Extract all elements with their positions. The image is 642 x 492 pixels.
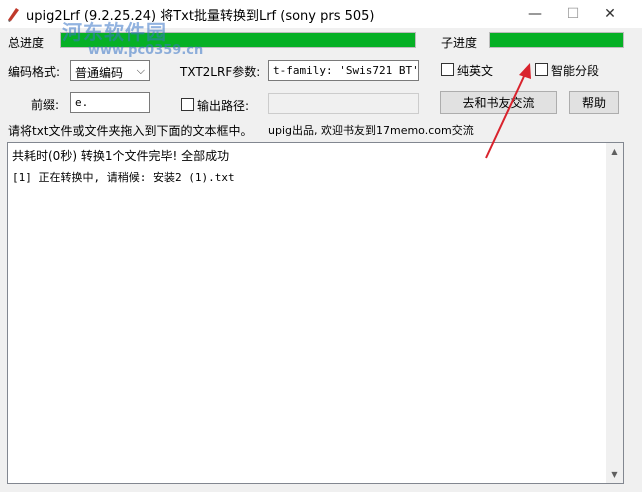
- annotation-arrow-icon: [485, 63, 531, 159]
